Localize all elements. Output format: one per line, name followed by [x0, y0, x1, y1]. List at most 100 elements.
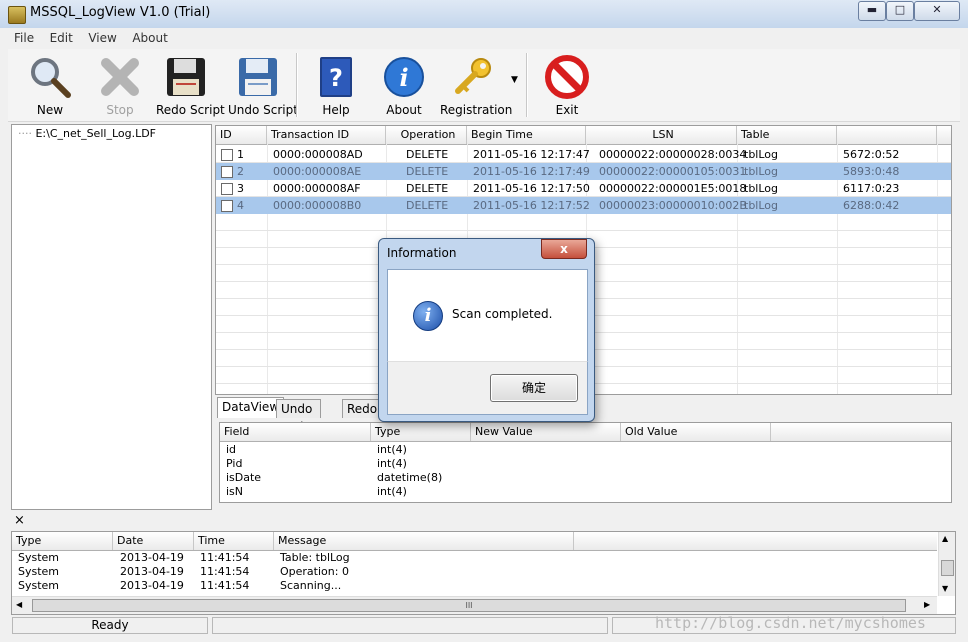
close-log-icon[interactable]: ×: [14, 513, 25, 528]
log-horizontal-scrollbar[interactable]: ◀ III ▶: [12, 596, 937, 614]
window-title: MSSQL_LogView V1.0 (Trial): [30, 5, 211, 20]
about-button[interactable]: i About: [374, 51, 434, 119]
cell-extra: 6288:0:42: [843, 199, 900, 212]
row-checkbox[interactable]: [221, 149, 233, 161]
field-row[interactable]: Pid int(4): [220, 457, 951, 471]
cell-transaction-id: 0000:000008B0: [273, 199, 362, 212]
cell-lsn: 00000022:00000105:0031: [599, 165, 747, 178]
status-text: Ready: [12, 617, 208, 634]
col-log-type[interactable]: Type: [12, 532, 113, 550]
field-row[interactable]: id int(4): [220, 443, 951, 457]
info-icon: i: [384, 57, 424, 97]
scroll-grip: III: [465, 601, 473, 610]
log-panel: Type Date Time Message System 2013-04-19…: [11, 531, 956, 615]
log-vertical-scrollbar[interactable]: ▲ ▼: [938, 532, 955, 596]
cell-begin-time: 2011-05-16 12:17:52: [473, 199, 590, 212]
status-pane-2: [212, 617, 608, 634]
tab-undo-script[interactable]: Undo Script: [276, 399, 321, 434]
cell-transaction-id: 0000:000008AD: [273, 148, 363, 161]
title-bar[interactable]: MSSQL_LogView V1.0 (Trial) ▬ □ ✕: [0, 0, 968, 28]
col-extra[interactable]: [837, 126, 937, 144]
toolbar-separator-2: [526, 53, 528, 117]
dialog-close-button[interactable]: x: [541, 239, 587, 259]
scroll-right-icon[interactable]: ▶: [924, 600, 930, 609]
field-row[interactable]: isN int(4): [220, 485, 951, 499]
watermark-text: http://blog.csdn.net/mycshomes: [655, 614, 926, 632]
tab-redo[interactable]: Redo: [342, 399, 383, 418]
new-label: New: [36, 103, 64, 117]
cell-extra: 6117:0:23: [843, 182, 900, 195]
table-row[interactable]: 3 0000:000008AF DELETE 2011-05-16 12:17:…: [216, 180, 951, 197]
field-grid: Field Type New Value Old Value id int(4)…: [219, 422, 952, 503]
exit-button[interactable]: Exit: [538, 51, 596, 119]
field-row[interactable]: isDate datetime(8): [220, 471, 951, 485]
log-row[interactable]: System 2013-04-19 11:41:54 Operation: 0: [12, 565, 937, 579]
redo-script-button[interactable]: Redo Script: [156, 51, 225, 119]
scroll-thumb[interactable]: [941, 560, 954, 576]
log-message: Scanning...: [280, 579, 342, 592]
cell-table: tblLog: [744, 182, 778, 195]
menu-edit[interactable]: Edit: [44, 30, 79, 46]
registration-dropdown-icon[interactable]: ▼: [511, 75, 518, 85]
stop-button[interactable]: Stop: [90, 51, 150, 119]
tab-dataview[interactable]: DataView: [217, 397, 285, 418]
cell-id: 4: [237, 199, 244, 212]
minimize-button[interactable]: ▬: [858, 1, 886, 21]
ok-button[interactable]: 确定: [490, 374, 578, 402]
col-id[interactable]: ID: [216, 126, 267, 144]
menu-file[interactable]: File: [8, 30, 40, 46]
log-row[interactable]: System 2013-04-19 11:41:54 Scanning...: [12, 579, 937, 593]
grid-header: ID Transaction ID Operation Begin Time L…: [216, 126, 951, 145]
col-new-value[interactable]: New Value: [471, 423, 621, 441]
cell-table: tblLog: [744, 199, 778, 212]
col-begin-time[interactable]: Begin Time: [467, 126, 586, 144]
row-checkbox[interactable]: [221, 183, 233, 195]
col-log-date[interactable]: Date: [113, 532, 194, 550]
row-checkbox[interactable]: [221, 200, 233, 212]
col-transaction-id[interactable]: Transaction ID: [267, 126, 386, 144]
cell-operation: DELETE: [406, 148, 449, 161]
table-row[interactable]: 2 0000:000008AE DELETE 2011-05-16 12:17:…: [216, 163, 951, 180]
table-row[interactable]: 1 0000:000008AD DELETE 2011-05-16 12:17:…: [216, 146, 951, 163]
log-row[interactable]: System 2013-04-19 11:41:54 Table: tblLog: [12, 551, 937, 565]
registration-button[interactable]: Registration: [440, 51, 512, 119]
redo-script-label: Redo Script: [156, 103, 225, 117]
stop-label: Stop: [106, 103, 134, 117]
col-type[interactable]: Type: [371, 423, 471, 441]
col-lsn[interactable]: LSN: [586, 126, 737, 144]
horizontal-scroll-thumb[interactable]: III: [32, 599, 906, 612]
log-type: System: [18, 579, 60, 592]
scroll-left-icon[interactable]: ◀: [16, 600, 22, 609]
close-window-button[interactable]: ✕: [914, 1, 960, 21]
cell-extra: 5893:0:48: [843, 165, 900, 178]
cell-operation: DELETE: [406, 165, 449, 178]
scroll-down-icon[interactable]: ▼: [942, 584, 948, 593]
menu-about[interactable]: About: [126, 30, 173, 46]
information-icon: i: [413, 301, 443, 331]
about-label: About: [386, 103, 422, 117]
undo-script-button[interactable]: Undo Script: [228, 51, 298, 119]
tree-item-label: E:\C_net_Sell_Log.LDF: [35, 127, 157, 140]
menu-view[interactable]: View: [82, 30, 122, 46]
col-log-time[interactable]: Time: [194, 532, 274, 550]
maximize-button[interactable]: □: [886, 1, 914, 21]
col-operation[interactable]: Operation: [386, 126, 467, 144]
col-field[interactable]: Field: [220, 423, 371, 441]
dialog-title: Information: [387, 246, 457, 260]
cell-lsn: 00000022:000001E5:0018: [599, 182, 747, 195]
col-log-message[interactable]: Message: [274, 532, 574, 550]
new-button[interactable]: New: [20, 51, 80, 119]
exit-label: Exit: [555, 103, 579, 117]
row-checkbox[interactable]: [221, 166, 233, 178]
help-book-icon: ?: [320, 57, 352, 97]
col-old-value[interactable]: Old Value: [621, 423, 771, 441]
col-table[interactable]: Table: [737, 126, 837, 144]
scroll-up-icon[interactable]: ▲: [942, 534, 948, 543]
cell-table: tblLog: [744, 148, 778, 161]
help-button[interactable]: ? Help: [306, 51, 366, 119]
dialog-footer: 确定: [387, 361, 588, 415]
tree-item-log-file[interactable]: ···· E:\C_net_Sell_Log.LDF: [18, 127, 156, 140]
log-date: 2013-04-19: [120, 579, 184, 592]
table-row[interactable]: 4 0000:000008B0 DELETE 2011-05-16 12:17:…: [216, 197, 951, 214]
svg-text:i: i: [399, 63, 408, 92]
